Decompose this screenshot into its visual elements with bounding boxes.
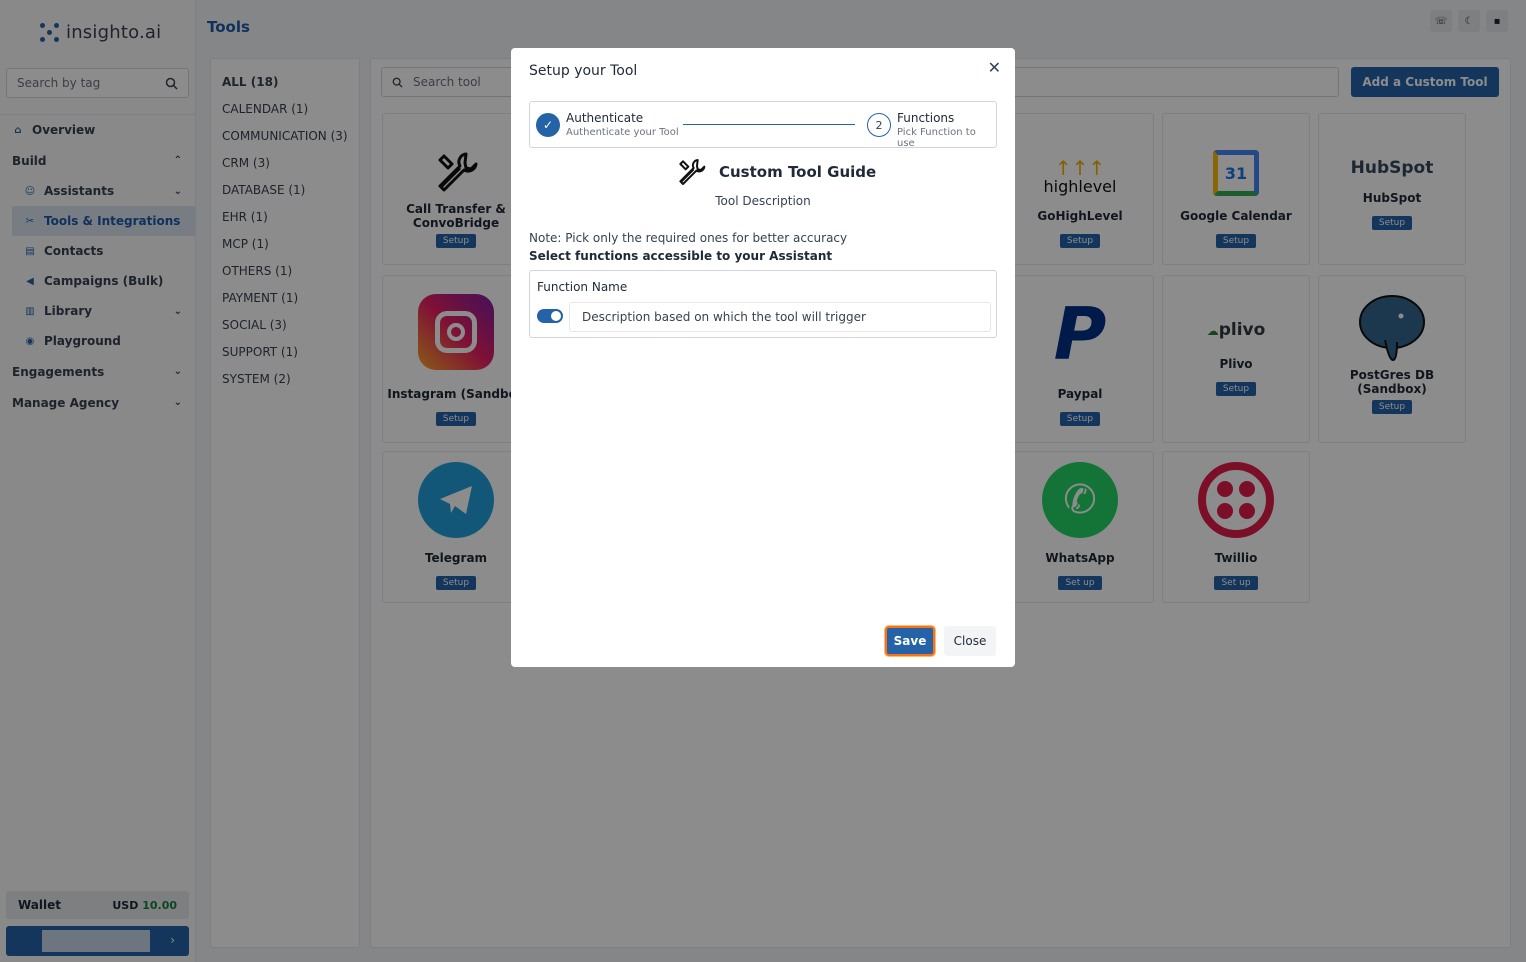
accuracy-note: Note: Pick only the required ones for be… (529, 231, 848, 245)
function-box: Function Name Description based on which… (529, 270, 997, 338)
function-toggle[interactable] (537, 309, 563, 323)
step-authenticate-subtitle: Authenticate your Tool (566, 127, 679, 138)
function-name-label: Function Name (537, 280, 628, 294)
guide-title: Custom Tool Guide (719, 163, 877, 181)
tools-icon (679, 159, 706, 185)
select-functions-label: Select functions accessible to your Assi… (529, 249, 833, 263)
checkmark-icon[interactable]: ✓ (536, 113, 560, 137)
step-authenticate-title: Authenticate (566, 111, 644, 125)
close-button[interactable]: Close (944, 626, 996, 656)
step-functions-subtitle: Pick Function to use (897, 127, 976, 149)
function-description-text: Description based on which the tool will… (582, 310, 866, 324)
modal-title: Setup your Tool (529, 63, 638, 79)
stepper: ✓ Authenticate Authenticate your Tool 2 … (529, 101, 997, 149)
step-functions-title: Functions (897, 111, 955, 125)
close-icon[interactable]: ✕ (988, 58, 1001, 77)
save-button[interactable]: Save (885, 626, 935, 656)
guide-header: Custom Tool Guide (675, 156, 876, 188)
function-description-input[interactable]: Description based on which the tool will… (569, 302, 991, 332)
step-functions-number[interactable]: 2 (867, 113, 891, 137)
setup-tool-modal: Setup your Tool ✕ ✓ Authenticate Authent… (511, 48, 1015, 667)
guide-description: Tool Description (715, 194, 811, 208)
step-connector (683, 124, 855, 125)
